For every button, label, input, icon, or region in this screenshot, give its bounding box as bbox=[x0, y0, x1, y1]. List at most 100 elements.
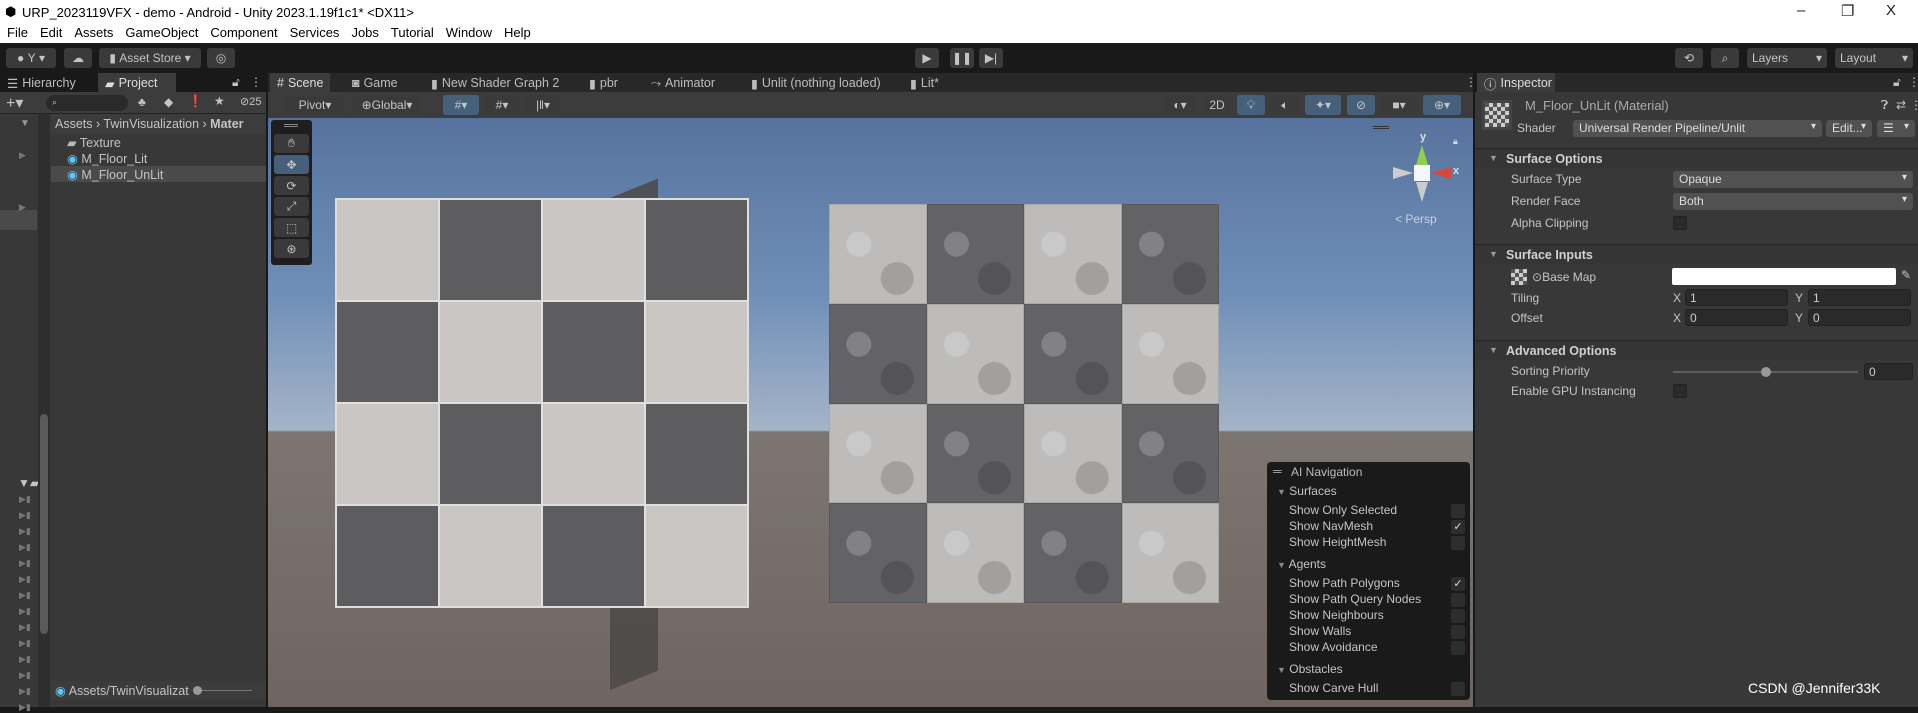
more-menu-icon[interactable]: ⋮ bbox=[1910, 98, 1918, 112]
tree-expand-icon[interactable]: ▼ bbox=[20, 118, 30, 129]
shader-dropdown[interactable]: Universal Render Pipeline/Unlit bbox=[1573, 120, 1822, 137]
option-checkbox[interactable] bbox=[1451, 682, 1465, 696]
option-checkbox[interactable]: ✓ bbox=[1451, 577, 1465, 591]
tab-unlit[interactable]: ▮ Unlit (nothing loaded) bbox=[744, 73, 888, 93]
tree-item[interactable]: ▶▮ bbox=[19, 510, 31, 521]
menu-gameobject[interactable]: GameObject bbox=[125, 25, 198, 43]
assets-folder-icon[interactable]: ▼▰ bbox=[18, 476, 39, 490]
menu-edit[interactable]: Edit bbox=[40, 25, 62, 43]
tab-hierarchy[interactable]: ☰ Hierarchy bbox=[0, 73, 83, 93]
tree-item[interactable]: ▶▮ bbox=[19, 590, 31, 601]
surface-inputs-foldout[interactable]: ▼ Surface Inputs bbox=[1475, 244, 1918, 264]
tab-project[interactable]: ▰ Project bbox=[98, 73, 176, 93]
hand-tool-icon[interactable]: ✋︎ bbox=[274, 134, 309, 153]
tree-scrollbar[interactable] bbox=[38, 114, 50, 707]
textured-checker-plane[interactable] bbox=[829, 204, 1219, 603]
y-axis-cone[interactable] bbox=[1416, 145, 1428, 165]
layers-dropdown[interactable]: Layers ▾ bbox=[1747, 48, 1827, 68]
2d-toggle[interactable]: 2D bbox=[1203, 95, 1231, 115]
pause-button[interactable]: ❚❚ bbox=[950, 48, 974, 68]
option-checkbox[interactable] bbox=[1451, 536, 1465, 550]
scale-tool-icon[interactable]: ⤢ bbox=[274, 197, 309, 216]
more-menu-icon[interactable]: ⋮ bbox=[1908, 75, 1918, 89]
breadcrumb-twinvisualization[interactable]: TwinVisualization bbox=[103, 117, 199, 131]
section-header[interactable]: ▼ Obstacles bbox=[1277, 662, 1343, 676]
gizmos-dropdown[interactable]: ⊕▾ bbox=[1423, 95, 1461, 115]
tree-item[interactable]: ▶▮ bbox=[19, 622, 31, 633]
presets-icon[interactable]: ⇄ bbox=[1896, 98, 1906, 112]
lighting-toggle[interactable]: 💡︎ bbox=[1237, 95, 1265, 115]
offset-x-input[interactable]: 0 bbox=[1685, 309, 1788, 326]
maximize-button[interactable]: ❐ bbox=[1841, 2, 1854, 20]
layout-dropdown[interactable]: Layout ▾ bbox=[1835, 48, 1913, 68]
effects-dropdown[interactable]: ✦▾ bbox=[1305, 95, 1341, 115]
menu-services[interactable]: Services bbox=[290, 25, 340, 43]
menu-assets[interactable]: Assets bbox=[74, 25, 113, 43]
gpu-instancing-checkbox[interactable] bbox=[1673, 384, 1687, 398]
close-button[interactable]: X bbox=[1886, 2, 1896, 19]
pivot-dropdown[interactable]: Pivot ▾ bbox=[285, 95, 345, 115]
drag-handle-icon[interactable]: ═ bbox=[1273, 464, 1282, 478]
sorting-priority-slider[interactable] bbox=[1673, 367, 1858, 377]
tree-item[interactable]: ▶ bbox=[19, 150, 26, 161]
tree-item[interactable]: ▶▮ bbox=[19, 526, 31, 537]
create-button[interactable]: +▾ bbox=[6, 93, 23, 113]
menu-component[interactable]: Component bbox=[210, 25, 277, 43]
undo-history-button[interactable]: ⟲ bbox=[1675, 48, 1703, 68]
tree-item[interactable]: ▶▮ bbox=[19, 542, 31, 553]
move-tool-icon[interactable]: ✥ bbox=[274, 155, 309, 174]
rotate-tool-icon[interactable]: ⟳ bbox=[274, 176, 309, 195]
play-button[interactable]: ▶ bbox=[915, 48, 939, 68]
base-color-field[interactable] bbox=[1672, 268, 1896, 285]
surface-type-dropdown[interactable]: Opaque bbox=[1673, 171, 1913, 188]
tab-scene[interactable]: # Scene bbox=[270, 73, 331, 93]
section-header[interactable]: ▼ Surfaces bbox=[1277, 484, 1337, 498]
offset-y-input[interactable]: 0 bbox=[1808, 309, 1911, 326]
search-button[interactable]: ⌕ bbox=[1711, 48, 1739, 68]
menu-window[interactable]: Window bbox=[446, 25, 492, 43]
drag-handle-icon[interactable] bbox=[284, 124, 298, 127]
menu-tutorial[interactable]: Tutorial bbox=[391, 25, 434, 43]
option-checkbox[interactable] bbox=[1451, 504, 1465, 518]
global-dropdown[interactable]: ⊕ Global ▾ bbox=[352, 95, 422, 115]
tab-lit[interactable]: ▮ Lit* bbox=[903, 73, 946, 93]
orientation-gizmo[interactable]: 🔒︎ y x < Persp bbox=[1365, 122, 1473, 226]
filter-type-icon[interactable]: ♣ bbox=[138, 95, 146, 109]
more-menu-icon[interactable]: ⋮ bbox=[1465, 75, 1477, 89]
search-input[interactable]: ⌕ bbox=[46, 95, 128, 111]
scrollbar-thumb[interactable] bbox=[40, 414, 48, 634]
account-button[interactable]: ● Y ▾ bbox=[6, 48, 56, 68]
slider-handle[interactable] bbox=[193, 686, 202, 695]
gizmo-center-cube[interactable] bbox=[1414, 165, 1430, 181]
menu-file[interactable]: File bbox=[7, 25, 28, 43]
hidden-objects-toggle[interactable]: ⊘ bbox=[1347, 95, 1375, 115]
menu-help[interactable]: Help bbox=[504, 25, 531, 43]
transform-tool-icon[interactable]: ⊛ bbox=[274, 239, 309, 258]
tab-inspector[interactable]: ⓘ Inspector bbox=[1477, 73, 1555, 93]
increment-snap-button[interactable]: #▾ bbox=[484, 95, 520, 115]
help-icon[interactable]: ❓︎ bbox=[1881, 98, 1888, 113]
tiling-y-input[interactable]: 1 bbox=[1808, 289, 1911, 306]
version-control-button[interactable]: ◎ bbox=[207, 48, 235, 68]
breadcrumb-materials[interactable]: Mater bbox=[210, 117, 243, 131]
neg-x-axis-cone[interactable] bbox=[1393, 167, 1413, 179]
option-checkbox[interactable] bbox=[1451, 641, 1465, 655]
hidden-packages-toggle[interactable]: ⊘25 bbox=[240, 95, 261, 108]
tab-animator[interactable]: ⤳ Animator bbox=[644, 73, 722, 93]
tree-item[interactable]: ▶▮ bbox=[19, 606, 31, 617]
option-checkbox[interactable]: ✓ bbox=[1451, 520, 1465, 534]
tree-item[interactable]: ▶▮ bbox=[19, 638, 31, 649]
texture-slot-icon[interactable] bbox=[1511, 269, 1527, 285]
list-item[interactable]: ◉ M_Floor_Lit bbox=[67, 151, 147, 166]
camera-dropdown[interactable]: ■▾ bbox=[1381, 95, 1417, 115]
tab-pbr[interactable]: ▮ pbr bbox=[582, 73, 625, 93]
drag-handle-icon[interactable] bbox=[1373, 126, 1389, 129]
favorite-icon[interactable]: ★ bbox=[214, 94, 225, 108]
x-axis-cone[interactable] bbox=[1431, 167, 1451, 179]
advanced-options-foldout[interactable]: ▼ Advanced Options bbox=[1475, 340, 1918, 360]
cloud-button[interactable]: ☁ bbox=[64, 48, 92, 68]
render-face-dropdown[interactable]: Both bbox=[1673, 193, 1913, 210]
more-menu-icon[interactable]: ⋮ bbox=[250, 75, 262, 89]
surface-options-foldout[interactable]: ▼ Surface Options bbox=[1475, 148, 1918, 168]
tiling-x-input[interactable]: 1 bbox=[1685, 289, 1788, 306]
